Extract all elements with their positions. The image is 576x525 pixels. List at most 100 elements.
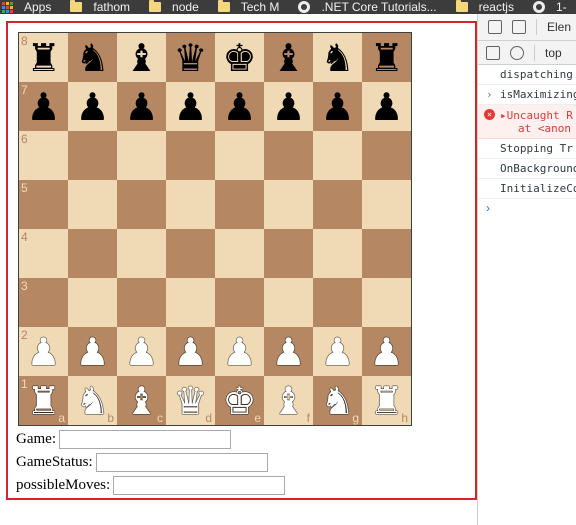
black-piece[interactable]: ♟︎ <box>124 88 158 126</box>
square-d5[interactable] <box>166 180 215 229</box>
square-h1[interactable]: ♜︎ h <box>362 376 411 425</box>
square-h5[interactable] <box>362 180 411 229</box>
black-piece[interactable]: ♞︎ <box>75 39 109 77</box>
expand-arrow-icon[interactable]: › <box>486 88 493 101</box>
white-piece[interactable]: ♝︎ <box>271 382 305 420</box>
black-piece[interactable]: ♜︎ <box>26 39 60 77</box>
black-piece[interactable]: ♟︎ <box>173 88 207 126</box>
console-message[interactable]: OnBackground <box>478 159 576 179</box>
black-piece[interactable]: ♝︎ <box>124 39 158 77</box>
white-piece[interactable]: ♟︎ <box>320 333 354 371</box>
white-piece[interactable]: ♞︎ <box>75 382 109 420</box>
square-c1[interactable]: ♝︎ c <box>117 376 166 425</box>
square-g8[interactable]: ♞︎ <box>313 33 362 82</box>
square-c5[interactable] <box>117 180 166 229</box>
square-h8[interactable]: ♜︎ <box>362 33 411 82</box>
console-message[interactable]: dispatching <box>478 65 576 85</box>
square-e8[interactable]: ♚︎ <box>215 33 264 82</box>
white-piece[interactable]: ♛︎ <box>173 382 207 420</box>
white-piece[interactable]: ♞︎ <box>320 382 354 420</box>
square-g1[interactable]: ♞︎ g <box>313 376 362 425</box>
white-piece[interactable]: ♟︎ <box>222 333 256 371</box>
inspect-element-icon[interactable] <box>488 20 502 34</box>
square-h7[interactable]: ♟︎ <box>362 82 411 131</box>
square-b7[interactable]: ♟︎ <box>68 82 117 131</box>
console-message[interactable]: InitializeCo <box>478 179 576 199</box>
square-b6[interactable] <box>68 131 117 180</box>
square-d7[interactable]: ♟︎ <box>166 82 215 131</box>
white-piece[interactable]: ♜︎ <box>369 382 403 420</box>
square-f8[interactable]: ♝︎ <box>264 33 313 82</box>
square-d1[interactable]: ♛︎ d <box>166 376 215 425</box>
black-piece[interactable]: ♜︎ <box>369 39 403 77</box>
square-g4[interactable] <box>313 229 362 278</box>
square-g5[interactable] <box>313 180 362 229</box>
square-d4[interactable] <box>166 229 215 278</box>
square-g2[interactable]: ♟︎ <box>313 327 362 376</box>
square-c6[interactable] <box>117 131 166 180</box>
square-f2[interactable]: ♟︎ <box>264 327 313 376</box>
white-piece[interactable]: ♜︎ <box>26 382 60 420</box>
square-b2[interactable]: ♟︎ <box>68 327 117 376</box>
bookmark-4[interactable]: .NET Core Tutorials... <box>297 0 440 14</box>
square-e4[interactable] <box>215 229 264 278</box>
square-b1[interactable]: ♞︎ b <box>68 376 117 425</box>
square-e3[interactable] <box>215 278 264 327</box>
square-d6[interactable] <box>166 131 215 180</box>
bookmark-6[interactable]: 1- <box>532 0 571 14</box>
square-c2[interactable]: ♟︎ <box>117 327 166 376</box>
square-a8[interactable]: ♜︎ 8 <box>19 33 68 82</box>
square-e2[interactable]: ♟︎ <box>215 327 264 376</box>
white-piece[interactable]: ♝︎ <box>124 382 158 420</box>
device-toggle-icon[interactable] <box>512 20 526 34</box>
square-h2[interactable]: ♟︎ <box>362 327 411 376</box>
bookmark-0[interactable]: Apps <box>0 0 55 14</box>
square-f3[interactable] <box>264 278 313 327</box>
black-piece[interactable]: ♟︎ <box>222 88 256 126</box>
bookmark-3[interactable]: Tech M <box>217 0 284 14</box>
square-a1[interactable]: ♜︎ 1 a <box>19 376 68 425</box>
bookmark-1[interactable]: fathom <box>69 0 134 14</box>
square-b4[interactable] <box>68 229 117 278</box>
square-c4[interactable] <box>117 229 166 278</box>
black-piece[interactable]: ♚︎ <box>222 39 256 77</box>
white-piece[interactable]: ♟︎ <box>271 333 305 371</box>
square-b5[interactable] <box>68 180 117 229</box>
black-piece[interactable]: ♟︎ <box>75 88 109 126</box>
square-h6[interactable] <box>362 131 411 180</box>
game-input[interactable] <box>58 430 231 449</box>
square-e1[interactable]: ♚︎ e <box>215 376 264 425</box>
bookmark-2[interactable]: node <box>148 0 203 14</box>
square-g3[interactable] <box>313 278 362 327</box>
square-f5[interactable] <box>264 180 313 229</box>
square-f4[interactable] <box>264 229 313 278</box>
console-message[interactable]: Stopping Tr <box>478 139 576 159</box>
square-a6[interactable]: 6 <box>19 131 68 180</box>
white-piece[interactable]: ♟︎ <box>369 333 403 371</box>
context-selector[interactable]: top <box>545 46 562 60</box>
possible-moves-input[interactable] <box>113 476 286 495</box>
square-h3[interactable] <box>362 278 411 327</box>
white-piece[interactable]: ♟︎ <box>75 333 109 371</box>
square-a3[interactable]: 3 <box>19 278 68 327</box>
black-piece[interactable]: ♝︎ <box>271 39 305 77</box>
square-f6[interactable] <box>264 131 313 180</box>
square-a4[interactable]: 4 <box>19 229 68 278</box>
square-a2[interactable]: ♟︎ 2 <box>19 327 68 376</box>
console-error[interactable]: × ▸Uncaught Rat <anon <box>478 105 576 139</box>
tab-elements[interactable]: Elen <box>547 20 571 34</box>
square-d2[interactable]: ♟︎ <box>166 327 215 376</box>
console-message[interactable]: › isMaximizing <box>478 85 576 105</box>
square-d3[interactable] <box>166 278 215 327</box>
black-piece[interactable]: ♟︎ <box>369 88 403 126</box>
black-piece[interactable]: ♟︎ <box>320 88 354 126</box>
square-e5[interactable] <box>215 180 264 229</box>
white-piece[interactable]: ♟︎ <box>124 333 158 371</box>
game-status-input[interactable] <box>95 453 268 472</box>
square-c7[interactable]: ♟︎ <box>117 82 166 131</box>
black-piece[interactable]: ♛︎ <box>173 39 207 77</box>
sidebar-toggle-icon[interactable] <box>486 45 500 60</box>
square-c3[interactable] <box>117 278 166 327</box>
square-d8[interactable]: ♛︎ <box>166 33 215 82</box>
white-piece[interactable]: ♟︎ <box>173 333 207 371</box>
